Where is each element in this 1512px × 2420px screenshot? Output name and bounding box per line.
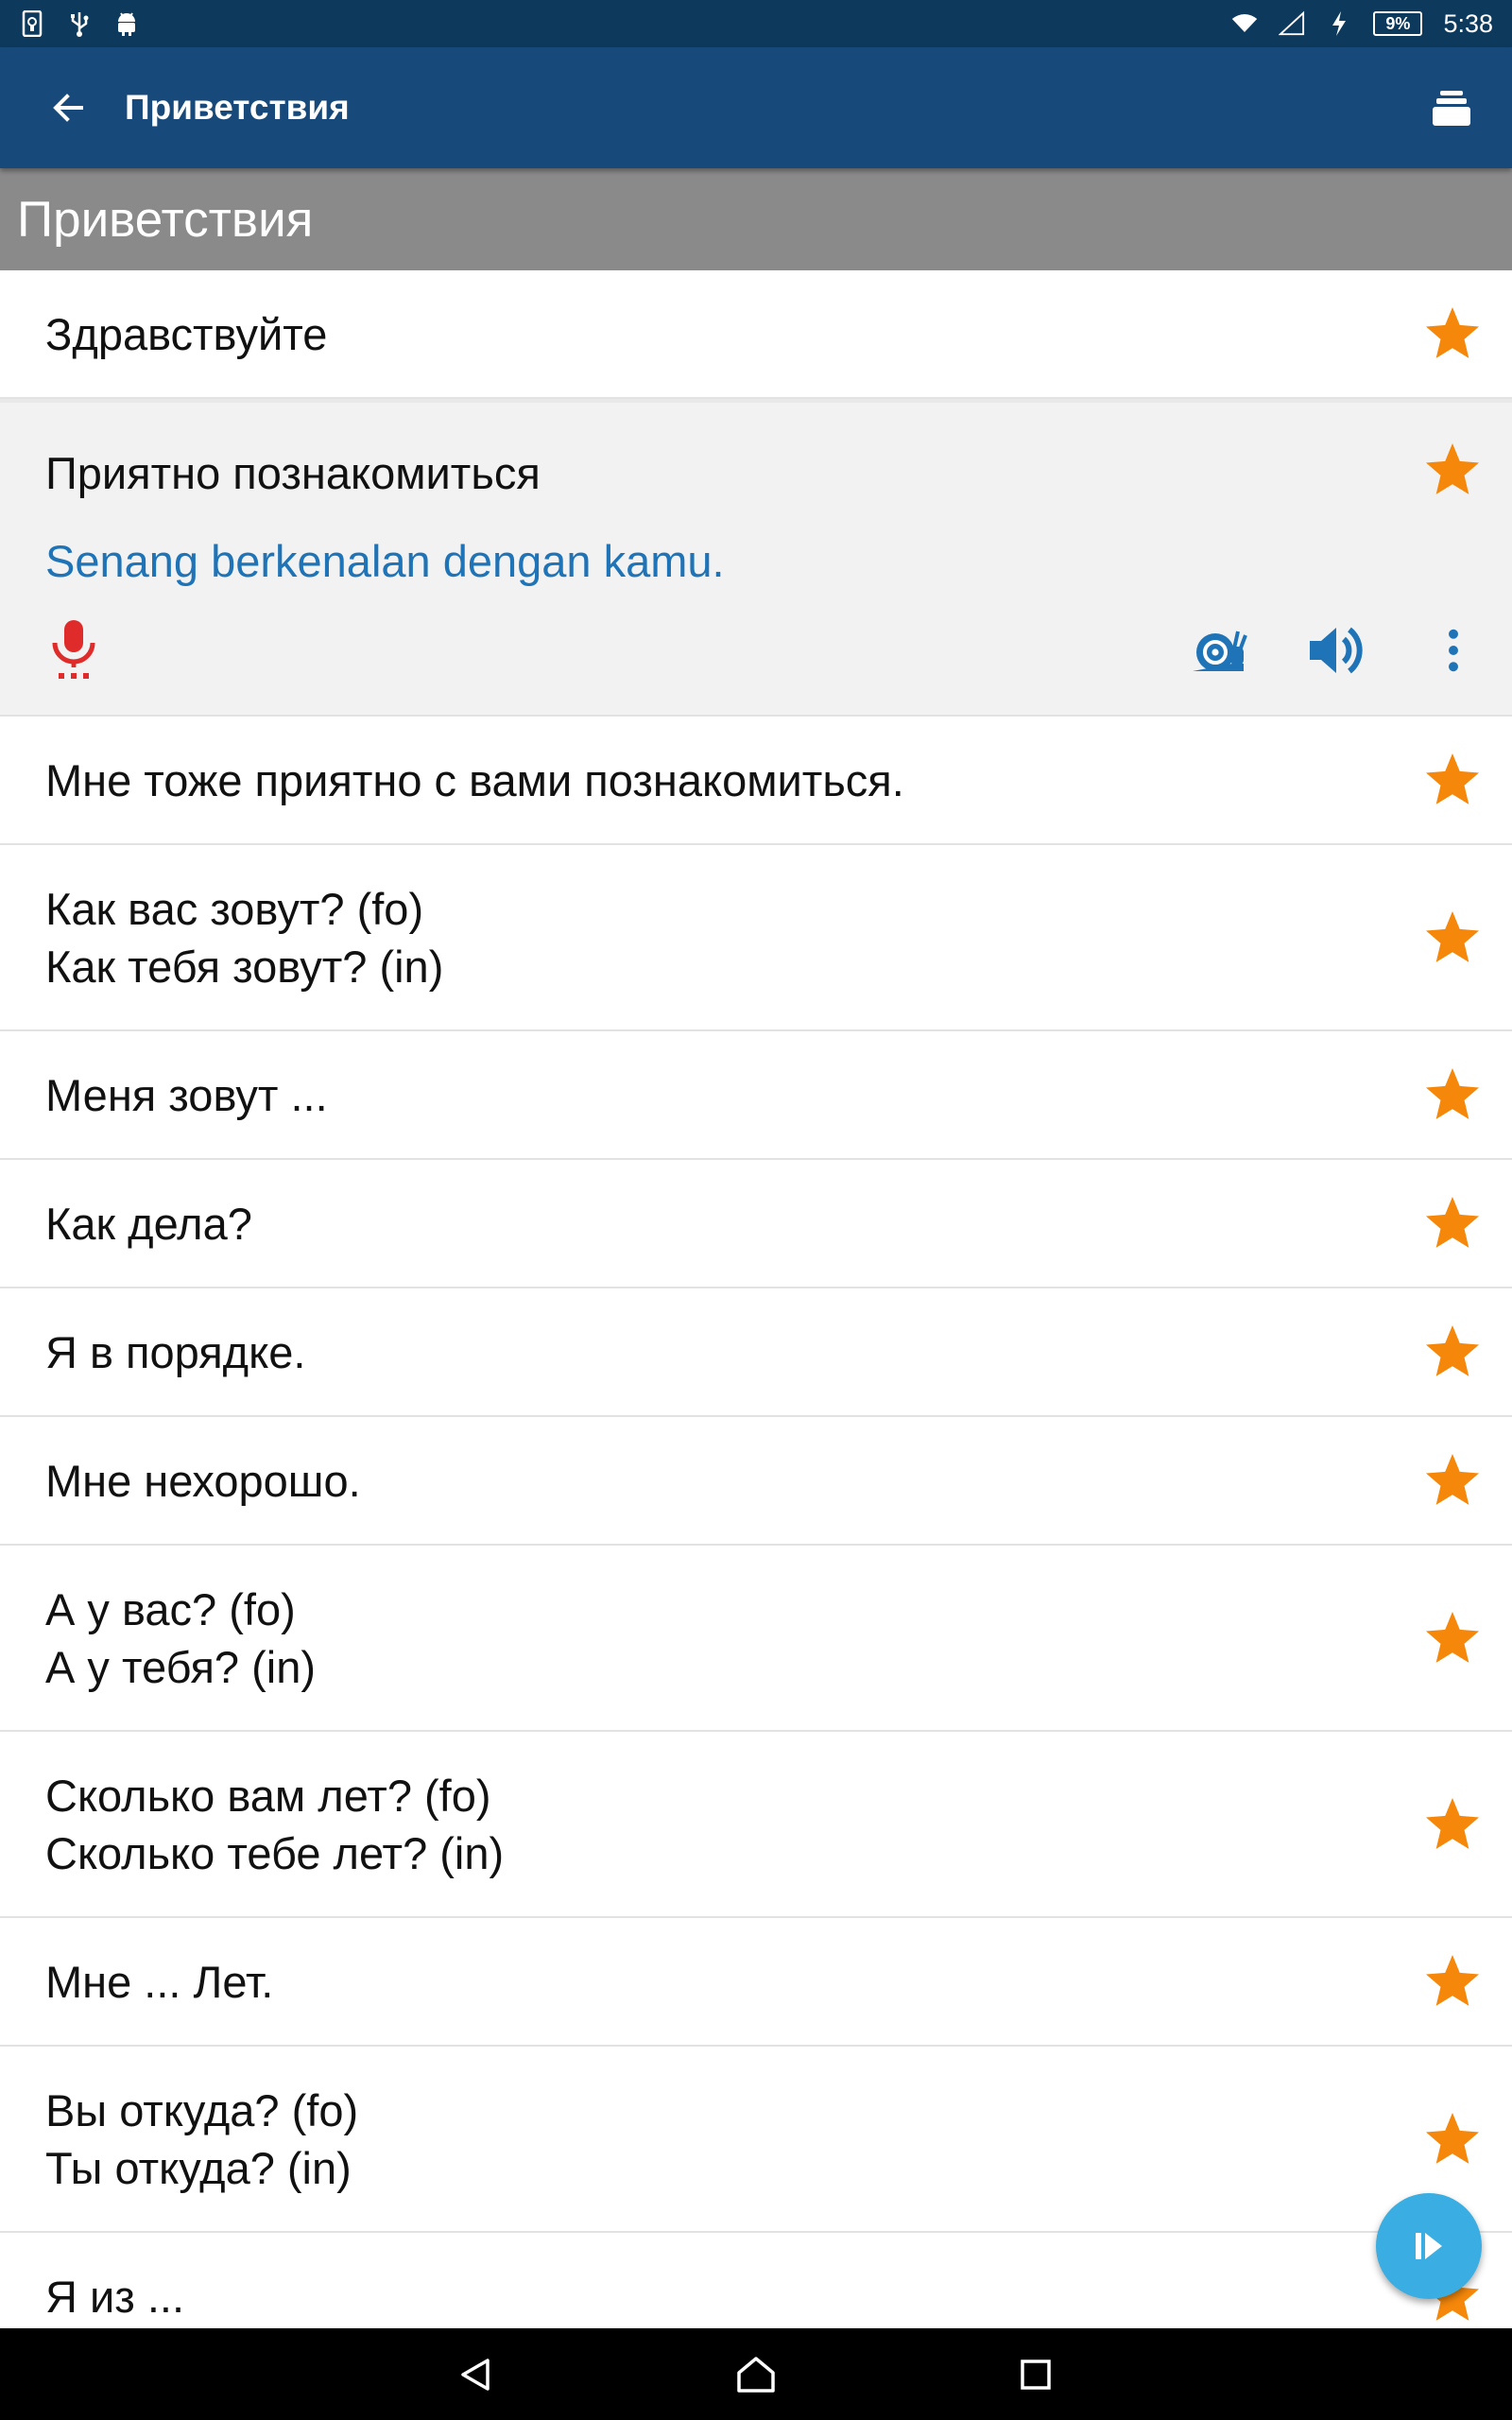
phrase-line: Вы откуда? (fo): [45, 2084, 359, 2135]
phrase-text: Сколько вам лет? (fo) Сколько тебе лет? …: [45, 1767, 504, 1882]
favorite-star-icon[interactable]: [1419, 905, 1486, 971]
phrase-line: Мне нехорошо.: [45, 1455, 361, 1506]
phrase-line: Как тебя зовут? (in): [45, 941, 444, 992]
nav-home-button[interactable]: [711, 2329, 801, 2420]
phrase-row[interactable]: Мне ... Лет.: [0, 1918, 1512, 2047]
favorite-star-icon[interactable]: [1419, 747, 1486, 813]
phrase-text: Вы откуда? (fo) Ты откуда? (in): [45, 2082, 358, 2197]
favorite-star-icon[interactable]: [1419, 301, 1486, 367]
section-header: Приветствия: [0, 168, 1512, 270]
phrase-text: Мне ... Лет.: [45, 1953, 273, 2011]
phrase-text: Здравствуйте: [45, 305, 327, 363]
card-stack-icon: [1433, 91, 1470, 126]
phrase-row[interactable]: Вы откуда? (fo) Ты откуда? (in): [0, 2047, 1512, 2233]
phrase-line: Как вас зовут? (fo): [45, 883, 424, 934]
favorite-star-icon[interactable]: [1419, 1190, 1486, 1256]
phrase-line: А у вас? (fo): [45, 1583, 296, 1634]
phrase-text: Меня зовут ...: [45, 1066, 328, 1124]
more-options-button[interactable]: [1406, 603, 1501, 698]
back-button[interactable]: [19, 47, 117, 168]
usb-icon: [66, 10, 93, 37]
play-all-button[interactable]: [1376, 2193, 1482, 2299]
favorite-star-icon[interactable]: [1419, 437, 1486, 503]
play-audio-button[interactable]: [1289, 603, 1383, 698]
phrase-text: Мне нехорошо.: [45, 1452, 361, 1510]
phrase-row[interactable]: Сколько вам лет? (fo) Сколько тебе лет? …: [0, 1732, 1512, 1918]
phrase-text: Как дела?: [45, 1195, 252, 1253]
phrase-line: Мне ... Лет.: [45, 1956, 274, 2007]
page-title: Приветствия: [125, 88, 350, 127]
phrase-line: Я из ...: [45, 2271, 185, 2322]
status-right: 9% 5:38: [1231, 9, 1493, 39]
screen: 9% 5:38 Приветствия Приветствия Здравств…: [0, 0, 1512, 2420]
phrase-line: Я в порядке.: [45, 1326, 306, 1377]
home-icon: [737, 2356, 775, 2393]
slow-play-button[interactable]: [1172, 603, 1266, 698]
favorite-star-icon[interactable]: [1419, 2106, 1486, 2172]
status-time: 5:38: [1443, 9, 1493, 38]
play-icon: [1416, 2233, 1442, 2259]
favorite-star-icon[interactable]: [1419, 1605, 1486, 1671]
phrase-text: Приятно познакомиться: [45, 444, 541, 502]
arrow-left-icon: [53, 94, 83, 122]
navigation-bar: [0, 2328, 1512, 2420]
phrase-text: А у вас? (fo) А у тебя? (in): [45, 1581, 316, 1696]
phrase-line: Сколько вам лет? (fo): [45, 1770, 491, 1821]
wifi-icon: [1231, 10, 1258, 37]
phrase-list: Здравствуйте Приятно познакомиться Senan…: [0, 270, 1512, 2361]
app-bar: Приветствия: [0, 47, 1512, 168]
nav-recents-button[interactable]: [990, 2329, 1081, 2420]
back-triangle-icon: [461, 2358, 490, 2391]
phrase-row[interactable]: Мне тоже приятно с вами познакомиться.: [0, 717, 1512, 845]
phrase-row[interactable]: Как дела?: [0, 1160, 1512, 1288]
usb-debug-icon: [19, 10, 45, 37]
charging-icon: [1326, 10, 1352, 37]
phrase-line: Сколько тебе лет? (in): [45, 1827, 505, 1878]
favorite-star-icon[interactable]: [1419, 1447, 1486, 1513]
phrase-line: Ты откуда? (in): [45, 2142, 352, 2193]
phrase-translation: Senang berkenalan dengan kamu.: [45, 536, 725, 586]
favorite-star-icon[interactable]: [1419, 1791, 1486, 1858]
speaker-icon: [1310, 627, 1363, 674]
phrase-row[interactable]: А у вас? (fo) А у тебя? (in): [0, 1546, 1512, 1732]
phrase-text: Мне тоже приятно с вами познакомиться.: [45, 752, 904, 809]
record-button[interactable]: [26, 603, 121, 698]
phrase-line: Здравствуйте: [45, 308, 328, 359]
favorite-star-icon[interactable]: [1419, 1319, 1486, 1385]
status-bar: 9% 5:38: [0, 0, 1512, 47]
phrase-text: Я из ...: [45, 2268, 184, 2325]
phrase-row[interactable]: Меня зовут ...: [0, 1031, 1512, 1160]
phrase-row[interactable]: Здравствуйте: [0, 270, 1512, 399]
phrase-line: Мне тоже приятно с вами познакомиться.: [45, 754, 904, 805]
phrase-actions: [0, 603, 1512, 698]
microphone-icon: [52, 620, 95, 679]
phrase-row[interactable]: Мне нехорошо.: [0, 1417, 1512, 1546]
phrase-line: Как дела?: [45, 1198, 252, 1249]
favorite-star-icon[interactable]: [1419, 1948, 1486, 2014]
favorite-star-icon[interactable]: [1419, 1062, 1486, 1128]
battery-level: 9%: [1373, 11, 1423, 36]
status-left: [19, 10, 140, 37]
snail-slow-play-icon: [1193, 631, 1247, 671]
more-vert-icon: [1449, 629, 1458, 672]
phrase-line: А у тебя? (in): [45, 1641, 316, 1692]
recents-square-icon: [1021, 2359, 1051, 2390]
android-icon: [113, 10, 140, 37]
phrase-row[interactable]: Как вас зовут? (fo) Как тебя зовут? (in): [0, 845, 1512, 1031]
phrase-text: Как вас зовут? (fo) Как тебя зовут? (in): [45, 880, 443, 995]
phrase-line: Приятно познакомиться: [45, 448, 541, 498]
card-stack-button[interactable]: [1391, 47, 1512, 168]
phrase-row[interactable]: Я в порядке.: [0, 1288, 1512, 1417]
nav-back-button[interactable]: [431, 2329, 522, 2420]
phrase-text: Я в порядке.: [45, 1323, 305, 1381]
phrase-line: Меня зовут ...: [45, 1069, 328, 1120]
signal-icon: [1279, 10, 1305, 37]
phrase-row-expanded[interactable]: Приятно познакомиться Senang berkenalan …: [0, 399, 1512, 717]
